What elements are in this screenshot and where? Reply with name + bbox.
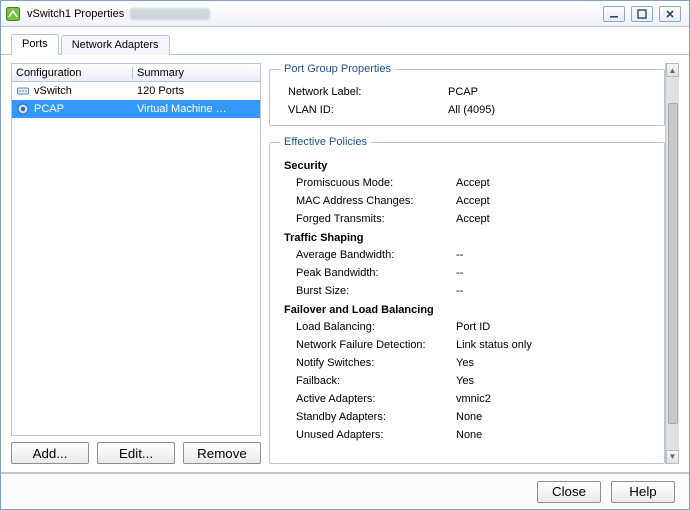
value-promiscuous-mode: Accept <box>456 177 654 189</box>
value-failback: Yes <box>456 375 654 387</box>
value-load-balancing: Port ID <box>456 321 654 333</box>
legend-port-group: Port Group Properties <box>280 63 395 75</box>
label-burst-size: Burst Size: <box>296 285 456 297</box>
left-button-row: Add... Edit... Remove <box>11 442 261 464</box>
right-column: Port Group Properties Network Label: PCA… <box>269 63 679 464</box>
row-summary: Virtual Machine … <box>132 103 260 115</box>
portgroup-icon <box>16 102 30 116</box>
value-failure-detection: Link status only <box>456 339 654 351</box>
scroll-down-icon[interactable]: ▼ <box>666 450 679 464</box>
value-unused-adapters: None <box>456 429 654 441</box>
value-notify-switches: Yes <box>456 357 654 369</box>
list-body: vSwitch 120 Ports <box>12 82 260 435</box>
row-name: PCAP <box>34 103 64 115</box>
value-peak-bandwidth: -- <box>456 267 654 279</box>
value-standby-adapters: None <box>456 411 654 423</box>
section-traffic-shaping: Traffic Shaping <box>280 228 654 246</box>
app-icon <box>5 6 21 22</box>
scroll-up-icon[interactable]: ▲ <box>666 63 679 77</box>
effective-policies: Effective Policies Security Promiscuous … <box>269 136 665 464</box>
label-failback: Failback: <box>296 375 456 387</box>
label-standby-adapters: Standby Adapters: <box>296 411 456 423</box>
value-network-label: PCAP <box>448 86 654 98</box>
label-promiscuous-mode: Promiscuous Mode: <box>296 177 456 189</box>
value-average-bandwidth: -- <box>456 249 654 261</box>
label-active-adapters: Active Adapters: <box>296 393 456 405</box>
label-peak-bandwidth: Peak Bandwidth: <box>296 267 456 279</box>
label-forged-transmits: Forged Transmits: <box>296 213 456 225</box>
col-header-configuration[interactable]: Configuration <box>12 67 132 79</box>
close-window-button[interactable] <box>659 6 681 22</box>
value-mac-address-changes: Accept <box>456 195 654 207</box>
title-text: vSwitch1 Properties <box>27 8 124 20</box>
label-failure-detection: Network Failure Detection: <box>296 339 456 351</box>
scrollbar[interactable]: ▲ ▼ <box>665 63 679 464</box>
list-header: Configuration Summary <box>12 64 260 82</box>
label-network-label: Network Label: <box>288 86 448 98</box>
value-burst-size: -- <box>456 285 654 297</box>
value-vlan-id: All (4095) <box>448 104 654 116</box>
row-name: vSwitch <box>34 85 72 97</box>
tab-strip: Ports Network Adapters <box>1 27 689 55</box>
add-button[interactable]: Add... <box>11 442 89 464</box>
minimize-button[interactable] <box>603 6 625 22</box>
col-header-summary[interactable]: Summary <box>132 67 260 79</box>
legend-effective-policies: Effective Policies <box>280 136 371 148</box>
list-row-pcap[interactable]: PCAP Virtual Machine … <box>12 100 260 118</box>
vswitch-icon <box>16 84 30 98</box>
value-forged-transmits: Accept <box>456 213 654 225</box>
value-active-adapters: vmnic2 <box>456 393 654 405</box>
window-buttons <box>603 6 681 22</box>
row-summary: 120 Ports <box>132 85 260 97</box>
left-column: Configuration Summary <box>11 63 261 464</box>
close-button[interactable]: Close <box>537 481 601 503</box>
label-vlan-id: VLAN ID: <box>288 104 448 116</box>
edit-button[interactable]: Edit... <box>97 442 175 464</box>
port-group-properties: Port Group Properties Network Label: PCA… <box>269 63 665 126</box>
tab-pane-ports: Configuration Summary <box>1 55 689 473</box>
section-security: Security <box>280 156 654 174</box>
tab-network-adapters[interactable]: Network Adapters <box>61 35 170 55</box>
label-notify-switches: Notify Switches: <box>296 357 456 369</box>
label-mac-address-changes: MAC Address Changes: <box>296 195 456 207</box>
list-row-vswitch[interactable]: vSwitch 120 Ports <box>12 82 260 100</box>
dialog-window: vSwitch1 Properties Ports Network Adapte… <box>0 0 690 510</box>
section-failover: Failover and Load Balancing <box>280 300 654 318</box>
maximize-button[interactable] <box>631 6 653 22</box>
titlebar[interactable]: vSwitch1 Properties <box>1 1 689 27</box>
configuration-list[interactable]: Configuration Summary <box>11 63 261 436</box>
label-unused-adapters: Unused Adapters: <box>296 429 456 441</box>
help-button[interactable]: Help <box>611 481 675 503</box>
dialog-footer: Close Help <box>1 473 689 509</box>
window-title: vSwitch1 Properties <box>27 8 597 20</box>
tab-ports[interactable]: Ports <box>11 34 59 55</box>
remove-button[interactable]: Remove <box>183 442 261 464</box>
title-suffix-blurred <box>130 8 210 20</box>
scroll-thumb[interactable] <box>668 103 678 424</box>
label-load-balancing: Load Balancing: <box>296 321 456 333</box>
label-average-bandwidth: Average Bandwidth: <box>296 249 456 261</box>
